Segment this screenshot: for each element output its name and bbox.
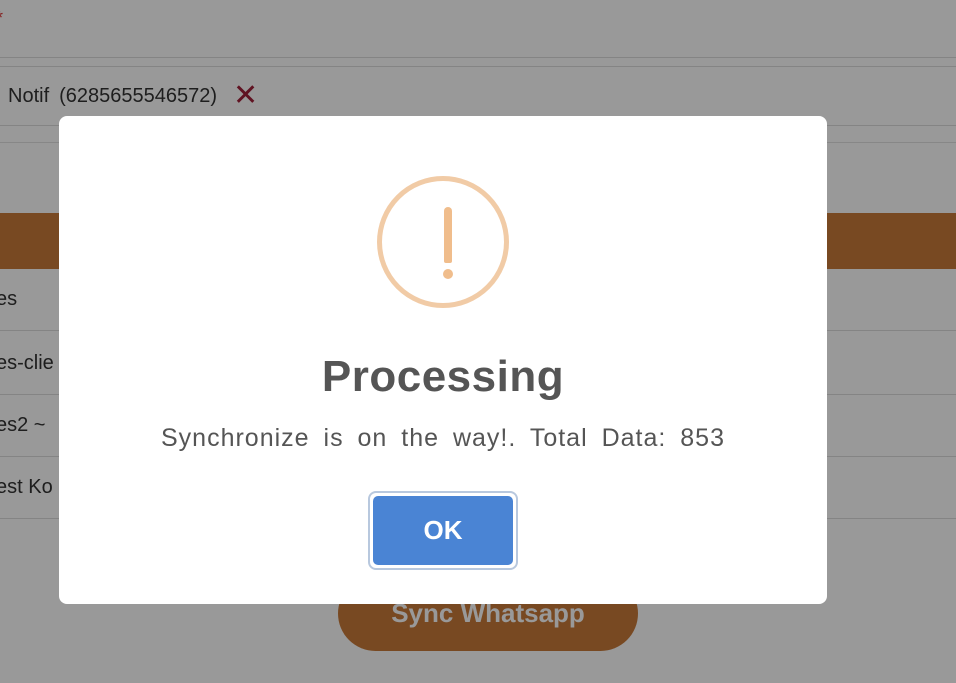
ok-button[interactable]: OK bbox=[368, 491, 518, 570]
warning-exclamation-icon bbox=[377, 176, 509, 308]
ok-button-label: OK bbox=[373, 496, 513, 565]
modal-title: Processing bbox=[321, 352, 565, 401]
modal-message: Synchronize is on the way!. Total Data: … bbox=[161, 424, 725, 452]
warning-exclamation-dot bbox=[443, 269, 453, 279]
warning-exclamation-bar bbox=[444, 207, 452, 263]
